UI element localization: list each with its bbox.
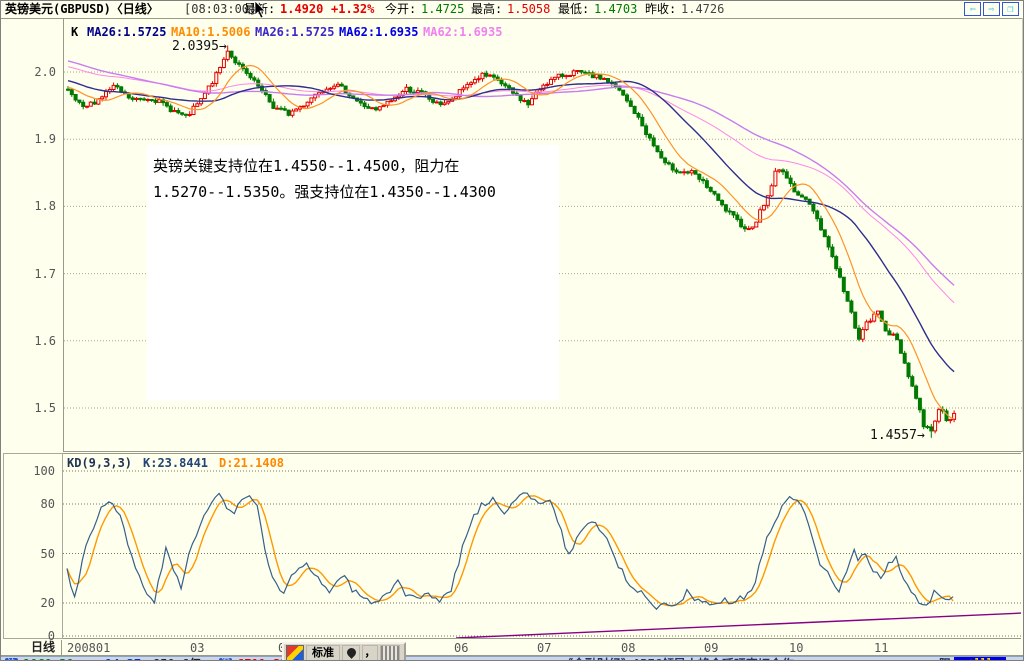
x-tick-label: 09 xyxy=(704,641,719,655)
x-tick-label: 10 xyxy=(789,641,804,655)
price-tick-label: 1.6 xyxy=(34,333,56,348)
symbol-title: 英镑美元(GBPUSD)〈日线〉 xyxy=(5,2,159,16)
kd-params: KD(9,3,3) xyxy=(67,456,133,470)
legend-k: K xyxy=(71,25,79,39)
annotation-line2: 1.5270--1.5350。强支持位在1.4350--1.4300 xyxy=(153,183,496,201)
cascade-windows-icon[interactable]: ❐ xyxy=(1002,2,1019,16)
x-tick-label: 03 xyxy=(190,641,205,655)
legend-ma62a: MA62:1.6935 xyxy=(339,25,419,39)
price-y-axis: 2.0 1.9 1.8 1.7 1.6 1.5 xyxy=(1,18,63,451)
kd-tick-label: 50 xyxy=(40,546,55,561)
peak-price-marker: 2.0395→ xyxy=(172,39,227,54)
low-price-marker: 1.4557→ xyxy=(870,428,925,443)
quote-topbar: 英镑美元(GBPUSD)〈日线〉 [08:03:00] 最新: 1.4920 +… xyxy=(1,1,1023,19)
price-tick-label: 2.0 xyxy=(34,65,56,79)
x-tick-label: 06 xyxy=(454,641,469,655)
halfwidth-moon-icon[interactable] xyxy=(342,645,360,660)
x-tick-label: 07 xyxy=(537,641,552,655)
low-label: 最低: xyxy=(558,2,590,16)
kd-chart-svg xyxy=(63,470,1021,638)
nav-forward-icon[interactable]: ⇨ xyxy=(983,2,1000,16)
legend-ma26b: MA26:1.5725 xyxy=(255,25,335,39)
pobo-terminal-window: 英镑美元(GBPUSD)〈日线〉 [08:03:00] 最新: 1.4920 +… xyxy=(0,0,1024,661)
annotation-line1: 英镑关键支持位在1.4550--1.4500，阻力在 xyxy=(153,157,460,175)
legend-ma26a: MA26:1.5725 xyxy=(87,25,167,39)
x-tick-label: 200801 xyxy=(67,641,111,655)
change-pct: +1.32% xyxy=(331,2,375,16)
price-plot-area[interactable]: 英镑关键支持位在1.4550--1.4500，阻力在 1.5270--1.535… xyxy=(63,18,1023,452)
x-tick-label: 08 xyxy=(621,641,636,655)
punctuation-icon[interactable]: ， xyxy=(362,645,378,660)
nav-back-icon[interactable]: ⇦ xyxy=(964,2,981,16)
ime-toolbar[interactable]: 标准 ， xyxy=(282,642,406,660)
alert-badge[interactable]: ▲111 xyxy=(954,657,1006,660)
arrow-right-icon: → xyxy=(218,39,227,54)
x-tick-label: 11 xyxy=(874,641,889,655)
kd-k-value: K:23.8441 xyxy=(143,456,209,470)
high-label: 最高: xyxy=(471,2,503,16)
period-selector[interactable]: 日线 xyxy=(1,640,62,655)
price-tick-label: 1.9 xyxy=(34,132,56,147)
kd-d-value: D:21.1408 xyxy=(219,456,285,470)
high-value: 1.5058 xyxy=(507,2,551,16)
legend-ma62b: MA62:1.6935 xyxy=(423,25,503,39)
arrow-right-icon: → xyxy=(916,428,925,443)
kd-y-axis: 100 80 50 20 0 xyxy=(3,453,63,643)
kd-plot-area[interactable]: KD(9,3,3) K:23.8441 D:21.1408 xyxy=(63,453,1021,639)
legend-ma10: MA10:1.5006 xyxy=(171,25,251,39)
analyst-annotation-box: 英镑关键支持位在1.4550--1.4500，阻力在 1.5270--1.535… xyxy=(147,145,559,401)
ime-logo-icon[interactable] xyxy=(286,645,304,660)
low-value: 1.4703 xyxy=(594,2,638,16)
kd-tick-label: 80 xyxy=(40,497,55,511)
price-tick-label: 1.8 xyxy=(34,199,56,214)
mouse-cursor xyxy=(254,1,266,19)
last-value: 1.4920 xyxy=(280,2,324,16)
soft-keyboard-icon[interactable] xyxy=(380,645,400,660)
ime-mode-button[interactable]: 标准 xyxy=(306,645,340,660)
open-value: 1.4725 xyxy=(421,2,465,16)
kd-tick-label: 20 xyxy=(40,596,55,610)
open-label: 今开: xyxy=(385,2,417,16)
status-bar: 沪 1060.30 14.37 850.6亿 深 6711.35 《金融财经》A… xyxy=(1,656,1023,660)
x-axis-row: 200801030405060708091011 日线 xyxy=(1,640,1023,656)
price-tick-label: 1.5 xyxy=(34,401,56,415)
prevclose-label: 昨收: xyxy=(645,2,677,16)
kd-tick-label: 100 xyxy=(33,464,55,478)
prevclose-value: 1.4726 xyxy=(681,2,725,16)
price-tick-label: 1.7 xyxy=(34,266,56,281)
